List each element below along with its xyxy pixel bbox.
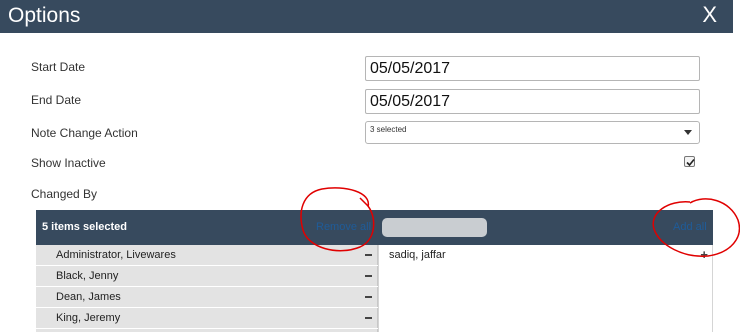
options-dialog: Options X Start Date End Date Note Chang… [0,0,740,332]
multiselect-search-input[interactable] [382,218,487,237]
end-date-label: End Date [31,93,82,107]
selected-item[interactable]: Administrator, Livewares [36,245,378,266]
start-date-label: Start Date [31,60,86,74]
minus-icon[interactable] [365,254,372,256]
selected-item-label: Dean, James [56,291,121,303]
add-all-link[interactable]: Add all [673,221,707,233]
available-item-label: sadiq, jaffar [389,249,446,261]
selected-item-label: Black, Jenny [56,270,119,282]
dialog-edge [733,0,740,332]
note-change-action-label: Note Change Action [31,126,138,140]
selected-item-label: Administrator, Livewares [56,249,176,261]
chevron-down-icon [684,130,692,135]
minus-icon[interactable] [365,317,372,319]
available-items-list: sadiq, jaffar + [378,245,713,332]
show-inactive-checkbox[interactable] [684,156,695,167]
note-change-action-select[interactable]: 3 selected [365,121,700,144]
dialog-titlebar: Options X [0,0,733,33]
selected-count: 5 items selected [42,221,127,233]
selected-item-label: King, Jeremy [56,312,121,324]
minus-icon[interactable] [365,275,372,277]
start-date-input[interactable] [365,56,700,81]
note-change-action-value: 3 selected [370,125,407,134]
plus-icon[interactable]: + [700,248,708,262]
close-icon[interactable]: X [702,2,717,28]
multiselect-header: 5 items selected Remove all Add all [36,210,713,245]
selected-item[interactable]: Black, Jenny [36,266,378,287]
selected-item[interactable]: King, Jeremy [36,308,378,329]
checkmark-icon [686,158,695,167]
available-item[interactable]: sadiq, jaffar + [379,245,714,266]
changed-by-label: Changed By [31,187,98,201]
dialog-title: Options [8,4,81,27]
end-date-input[interactable] [365,89,700,114]
remove-all-link[interactable]: Remove all [316,221,371,233]
minus-icon[interactable] [365,296,372,298]
selected-items-list: Administrator, Livewares Black, Jenny De… [36,245,378,332]
show-inactive-label: Show Inactive [31,156,106,170]
selected-item[interactable]: Dean, James [36,287,378,308]
